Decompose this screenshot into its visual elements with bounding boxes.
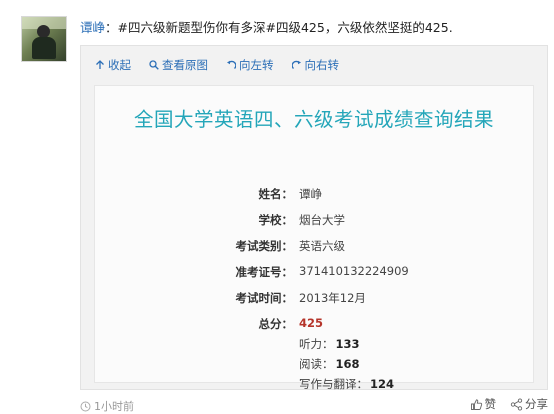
share-button[interactable]: 分享 (510, 396, 548, 412)
subscore-writing-translation: 写作与翻译： 124 (299, 376, 394, 394)
avatar[interactable] (21, 16, 67, 62)
subscore-label: 阅读： (299, 357, 334, 371)
thumbs-up-icon (470, 398, 482, 410)
image-toolbar: 收起 查看原图 向左转 向右转 (95, 56, 339, 74)
field-value: 英语六级 (299, 239, 345, 253)
post-timestamp: 1小时前 (80, 398, 134, 414)
total-score-value: 425 (299, 316, 324, 330)
field-label: 学校： (258, 213, 294, 227)
subscore-value: 168 (335, 357, 360, 371)
field-label: 考试时间： (235, 291, 294, 305)
subscore-label: 听力： (299, 337, 334, 351)
arrow-up-icon (96, 60, 104, 69)
post-text: #四六级新题型伤你有多深#四级425，六级依然坚挺的425. (117, 20, 453, 35)
field-value: 谭峥 (299, 187, 322, 201)
author-colon: ： (105, 20, 118, 35)
like-label: 赞 (484, 397, 497, 411)
field-row-exam-date: 考试时间： 2013年12月 (95, 288, 535, 308)
subscore-value: 133 (335, 337, 360, 351)
subscore-reading: 阅读： 168 (299, 356, 360, 374)
result-title: 全国大学英语四、六级考试成绩查询结果 (133, 108, 494, 131)
score-result-image[interactable]: 全国大学英语四、六级考试成绩查询结果 姓名： 谭峥 学校： 烟台大学 考试类别：… (94, 85, 535, 391)
subscore-value: 124 (370, 377, 395, 391)
field-value: 2013年12月 (299, 291, 366, 305)
field-row-school: 学校： 烟台大学 (95, 210, 535, 230)
rotate-right-button[interactable]: 向右转 (291, 56, 340, 74)
magnifier-icon (149, 60, 159, 70)
rotate-right-icon (291, 60, 301, 69)
post-actions: 赞 分享 (470, 396, 548, 412)
field-row-admission-number: 准考证号： 371410132224909 (95, 262, 535, 282)
timestamp-text: 1小时前 (94, 400, 134, 413)
rotate-right-label: 向右转 (304, 58, 340, 72)
field-label: 姓名： (258, 187, 294, 201)
subscore-listening: 听力： 133 (299, 336, 360, 354)
field-row-exam-type: 考试类别： 英语六级 (95, 236, 535, 256)
rotate-left-button[interactable]: 向左转 (226, 56, 274, 74)
collapse-button[interactable]: 收起 (95, 56, 131, 74)
author-link[interactable]: 谭峥 (80, 20, 105, 35)
field-value: 烟台大学 (299, 213, 345, 227)
post-text-line: 谭峥：#四六级新题型伤你有多深#四级425，六级依然坚挺的425. (80, 19, 453, 37)
share-label: 分享 (525, 397, 548, 411)
collapse-label: 收起 (108, 58, 131, 72)
rotate-left-icon (227, 60, 236, 69)
field-value: 371410132224909 (299, 264, 409, 278)
view-original-button[interactable]: 查看原图 (149, 56, 208, 74)
field-row-total-score: 总分： 425 (95, 314, 535, 334)
view-original-label: 查看原图 (162, 58, 208, 72)
total-label: 总分： (258, 317, 294, 331)
avatar-body (32, 37, 56, 59)
field-label: 考试类别： (235, 239, 294, 253)
share-icon (510, 397, 523, 411)
field-row-name: 姓名： 谭峥 (95, 184, 535, 204)
clock-icon (80, 401, 91, 411)
image-preview-card: 收起 查看原图 向左转 向右转 全国大学英语四、六级考试成绩查询结果 姓名： 谭… (80, 45, 548, 391)
rotate-left-label: 向左转 (239, 58, 274, 72)
subscore-label: 写作与翻译： (299, 377, 368, 391)
field-label: 准考证号： (235, 265, 294, 279)
like-button[interactable]: 赞 (470, 396, 497, 412)
